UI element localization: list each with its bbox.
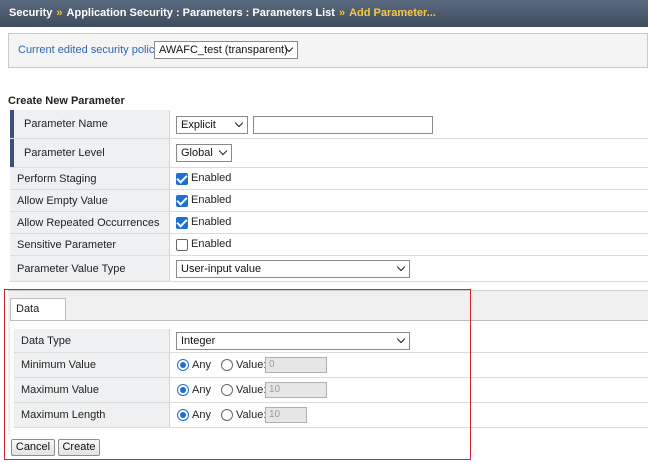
allow-empty-value-checkbox[interactable]	[176, 195, 188, 207]
cancel-button[interactable]: Cancel	[11, 439, 55, 456]
minimum-value-input[interactable]: 0	[265, 357, 327, 373]
parameter-level-label: Parameter Level	[10, 139, 170, 167]
allow-repeated-occurrences-checkbox[interactable]	[176, 217, 188, 229]
form-title: Create New Parameter	[8, 95, 125, 107]
maximum-length-any-radio[interactable]	[177, 409, 189, 421]
maximum-value-value-text: Value:	[236, 384, 267, 396]
breadcrumb: Security» Application Security : Paramete…	[0, 0, 648, 27]
parameter-name-label: Parameter Name	[10, 110, 170, 138]
data-type-label: Data Type	[14, 329, 170, 352]
row-minimum-value: Minimum Value Any Value: 0	[14, 353, 648, 378]
maximum-length-any-text: Any	[192, 409, 211, 421]
allow-repeated-occurrences-text: Enabled	[191, 216, 232, 228]
maximum-length-value-radio[interactable]	[221, 409, 233, 421]
data-type-select[interactable]: Integer	[176, 332, 410, 350]
chevron-down-icon	[396, 334, 406, 344]
parameter-value-type-select[interactable]: User-input value	[176, 260, 410, 278]
policy-bar: Current edited security policy AWAFC_tes…	[8, 33, 648, 68]
row-parameter-name: Parameter Name Explicit	[10, 110, 648, 139]
breadcrumb-separator: »	[56, 7, 63, 19]
breadcrumb-item-security[interactable]: Security	[9, 7, 52, 19]
policy-select[interactable]: AWAFC_test (transparent)	[154, 41, 298, 59]
minimum-value-label: Minimum Value	[14, 353, 170, 377]
sensitive-parameter-checkbox[interactable]	[176, 239, 188, 251]
parameter-name-type-select[interactable]: Explicit	[176, 116, 248, 134]
row-parameter-level: Parameter Level Global	[10, 139, 648, 168]
row-parameter-value-type: Parameter Value Type User-input value	[10, 256, 648, 282]
allow-empty-value-text: Enabled	[191, 194, 232, 206]
row-data-type: Data Type Integer	[14, 329, 648, 353]
perform-staging-text: Enabled	[191, 172, 232, 184]
breadcrumb-current: Add Parameter...	[349, 7, 436, 19]
minimum-value-value-radio[interactable]	[221, 359, 233, 371]
parameter-value-type-value: User-input value	[181, 263, 262, 275]
allow-repeated-occurrences-label: Allow Repeated Occurrences	[10, 212, 170, 233]
breadcrumb-separator: »	[338, 7, 346, 19]
row-maximum-length: Maximum Length Any Value: 10	[14, 403, 648, 428]
maximum-value-any-radio[interactable]	[177, 384, 189, 396]
chevron-down-icon	[218, 146, 228, 156]
tab-data-type[interactable]: Data Type	[10, 298, 66, 336]
row-sensitive-parameter: Sensitive Parameter Enabled	[10, 234, 648, 256]
row-maximum-value: Maximum Value Any Value: 10	[14, 378, 648, 403]
maximum-length-value-text: Value:	[236, 409, 267, 421]
sensitive-parameter-text: Enabled	[191, 238, 232, 250]
parameter-name-type-value: Explicit	[181, 119, 216, 131]
sensitive-parameter-label: Sensitive Parameter	[10, 234, 170, 255]
maximum-value-label: Maximum Value	[14, 378, 170, 402]
maximum-value-any-text: Any	[192, 384, 211, 396]
data-type-value: Integer	[181, 335, 216, 347]
allow-empty-value-label: Allow Empty Value	[10, 190, 170, 211]
maximum-length-label: Maximum Length	[14, 403, 170, 427]
create-button[interactable]: Create	[58, 439, 100, 456]
breadcrumb-item-parameters-list[interactable]: Application Security : Parameters : Para…	[67, 7, 335, 19]
maximum-value-input[interactable]: 10	[265, 382, 327, 398]
chevron-down-icon	[396, 262, 406, 272]
parameter-name-input[interactable]	[253, 116, 433, 134]
perform-staging-label: Perform Staging	[10, 168, 170, 189]
row-perform-staging: Perform Staging Enabled	[10, 168, 648, 190]
maximum-length-input[interactable]: 10	[265, 407, 307, 423]
parameter-value-type-label: Parameter Value Type	[10, 256, 170, 281]
minimum-value-any-text: Any	[192, 359, 211, 371]
minimum-value-value-text: Value:	[236, 359, 267, 371]
minimum-value-any-radio[interactable]	[177, 359, 189, 371]
row-allow-repeated-occurrences: Allow Repeated Occurrences Enabled	[10, 212, 648, 234]
policy-label: Current edited security policy	[18, 44, 160, 56]
maximum-value-value-radio[interactable]	[221, 384, 233, 396]
parameter-level-select[interactable]: Global	[176, 144, 232, 162]
row-allow-empty-value: Allow Empty Value Enabled	[10, 190, 648, 212]
chevron-down-icon	[234, 118, 244, 128]
perform-staging-checkbox[interactable]	[176, 173, 188, 185]
policy-select-value: AWAFC_test (transparent)	[159, 44, 288, 56]
parameter-level-value: Global	[181, 147, 213, 159]
